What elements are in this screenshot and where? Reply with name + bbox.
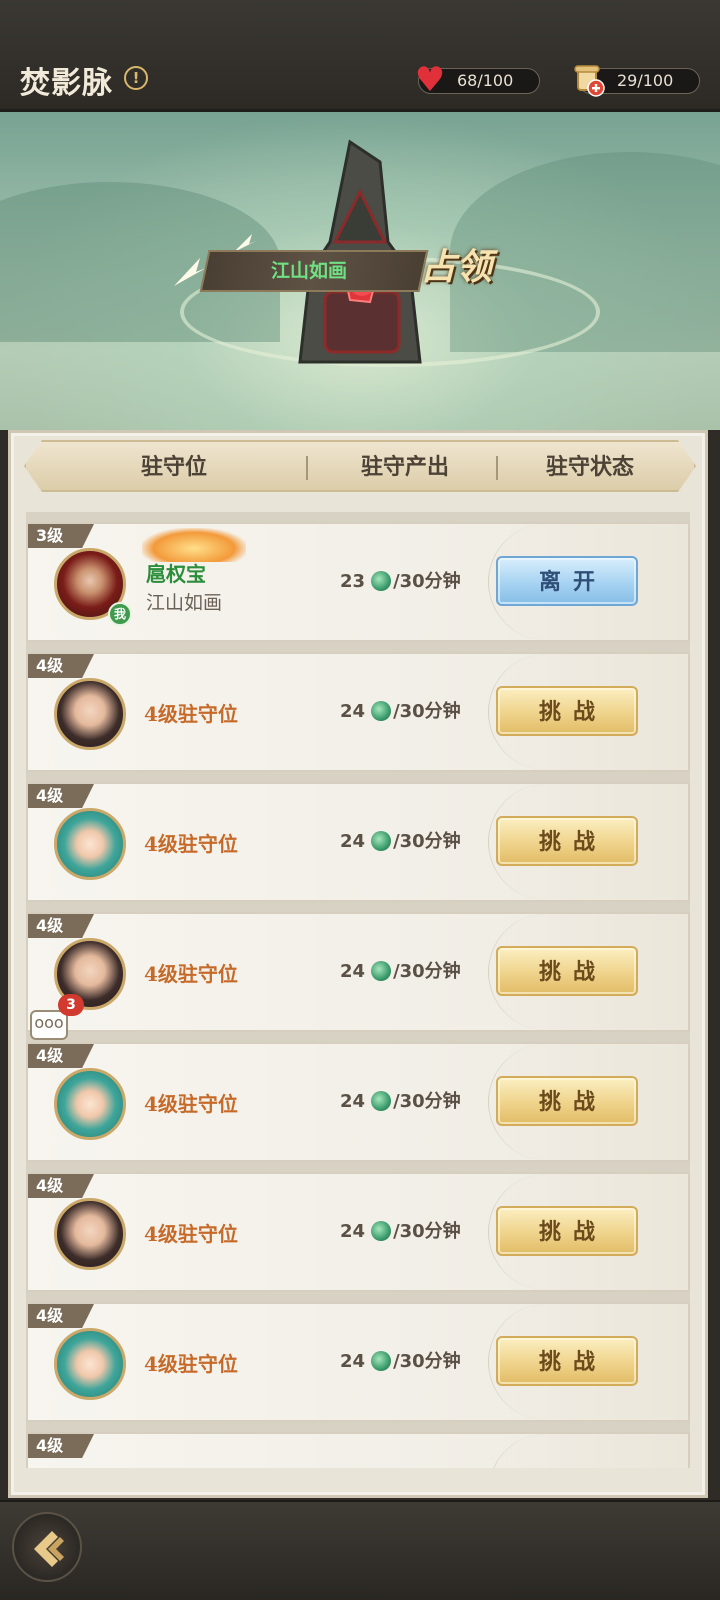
- player-name: 扈权宝: [146, 562, 206, 586]
- output-value: 24/30分钟: [340, 698, 461, 726]
- hp-value: 68/100: [457, 71, 514, 90]
- jade-coin-icon: [371, 961, 392, 981]
- challenge-button[interactable]: 挑战: [496, 1336, 638, 1386]
- challenge-button[interactable]: 挑战: [496, 946, 638, 996]
- garrison-row: 4级 4级驻守位 24/30分钟 挑战: [26, 652, 690, 772]
- output-amount: 24: [340, 1351, 366, 1372]
- challenge-button[interactable]: 挑战: [496, 686, 638, 736]
- chat-bubble-icon[interactable]: ooo: [30, 1010, 68, 1040]
- title-badge-icon: [142, 528, 246, 562]
- garrison-row: 4级 4级驻守位 24/30分钟 挑战: [26, 912, 690, 1032]
- player-guild: 江山如画: [146, 592, 223, 614]
- owner-name: 江山如画: [270, 260, 347, 282]
- output-unit: /30分钟: [393, 1351, 461, 1372]
- slot-label: 4级驻守位: [144, 1352, 238, 1376]
- row-action-area: [488, 1434, 688, 1468]
- info-icon[interactable]: !: [124, 66, 148, 90]
- token-value: 29/100: [617, 71, 674, 90]
- back-button[interactable]: [12, 1512, 82, 1582]
- guard-avatar[interactable]: [54, 808, 126, 880]
- slot-label: 4级驻守位: [144, 1222, 238, 1246]
- output-unit: /30分钟: [393, 831, 461, 852]
- output-value: 24/30分钟: [340, 1088, 461, 1116]
- header-slot: 驻守位: [140, 454, 207, 480]
- jade-coin-icon: [371, 831, 392, 851]
- level-tag: 4级: [28, 1174, 94, 1198]
- slot-label: 4级驻守位: [144, 702, 238, 726]
- header-divider: [306, 456, 308, 480]
- output-unit: /30分钟: [393, 701, 461, 722]
- output-unit: /30分钟: [393, 1221, 461, 1242]
- header-output: 驻守产出: [360, 454, 449, 480]
- guard-avatar[interactable]: [54, 1328, 126, 1400]
- output-value: 24/30分钟: [340, 1218, 461, 1246]
- level-tag: 4级: [28, 1044, 94, 1068]
- level-tag: 4级: [28, 1304, 94, 1328]
- output-unit: /30分钟: [393, 571, 461, 592]
- scroll-plus-icon[interactable]: [572, 62, 606, 98]
- output-amount: 24: [340, 831, 366, 852]
- leave-button[interactable]: 离开: [496, 556, 638, 606]
- challenge-button[interactable]: 挑战: [496, 816, 638, 866]
- garrison-row: 4级 4级驻守位 24/30分钟 挑战: [26, 782, 690, 902]
- level-tag: 4级: [28, 784, 94, 808]
- level-tag: 4级: [28, 654, 94, 678]
- jade-coin-icon: [371, 701, 392, 721]
- slot-label: 4级驻守位: [144, 1092, 238, 1116]
- output-amount: 24: [340, 1091, 366, 1112]
- output-unit: /30分钟: [393, 961, 461, 982]
- level-tag: 4级: [28, 914, 94, 938]
- me-badge: 我: [108, 602, 132, 626]
- slot-label: 4级驻守位: [144, 832, 238, 856]
- output-amount: 24: [340, 1221, 366, 1242]
- output-amount: 23: [340, 571, 366, 592]
- output-amount: 24: [340, 961, 366, 982]
- garrison-row: 4级 4级驻守位 24/30分钟 挑战: [26, 1172, 690, 1292]
- jade-coin-icon: [371, 571, 392, 591]
- level-tag: 4级: [28, 1434, 94, 1458]
- header-divider: [496, 456, 498, 480]
- occupied-status: 占领: [420, 246, 493, 288]
- page-title: 焚影脉: [20, 66, 113, 101]
- jade-coin-icon: [371, 1091, 392, 1111]
- back-arrow-icon: [34, 1531, 64, 1567]
- output-amount: 24: [340, 701, 366, 722]
- output-value: 24/30分钟: [340, 1348, 461, 1376]
- jade-coin-icon: [371, 1221, 392, 1241]
- slot-label: 4级驻守位: [144, 962, 238, 986]
- garrison-row: 4级: [26, 1432, 690, 1468]
- output-value: 24/30分钟: [340, 828, 461, 856]
- header-status: 驻守状态: [545, 454, 634, 480]
- garrison-list[interactable]: 3级 我 扈权宝 江山如画 23/30分钟 离开 4级 4级驻守位 24/30分…: [26, 512, 690, 1468]
- chat-unread-badge: 3: [58, 994, 84, 1016]
- level-tag: 3级: [28, 524, 94, 548]
- garrison-row-self: 3级 我 扈权宝 江山如画 23/30分钟 离开: [26, 522, 690, 642]
- jade-coin-icon: [371, 1351, 392, 1371]
- output-unit: /30分钟: [393, 1091, 461, 1112]
- output-value: 23/30分钟: [340, 568, 461, 596]
- guard-avatar[interactable]: [54, 1198, 126, 1270]
- challenge-button[interactable]: 挑战: [496, 1076, 638, 1126]
- bottom-bar: [0, 1500, 720, 1600]
- output-value: 24/30分钟: [340, 958, 461, 986]
- heart-icon: ♥: [414, 60, 446, 100]
- challenge-button[interactable]: 挑战: [496, 1206, 638, 1256]
- guard-avatar[interactable]: [54, 678, 126, 750]
- garrison-row: 4级 4级驻守位 24/30分钟 挑战: [26, 1302, 690, 1422]
- guard-avatar[interactable]: [54, 1068, 126, 1140]
- garrison-row: 4级 4级驻守位 24/30分钟 挑战: [26, 1042, 690, 1162]
